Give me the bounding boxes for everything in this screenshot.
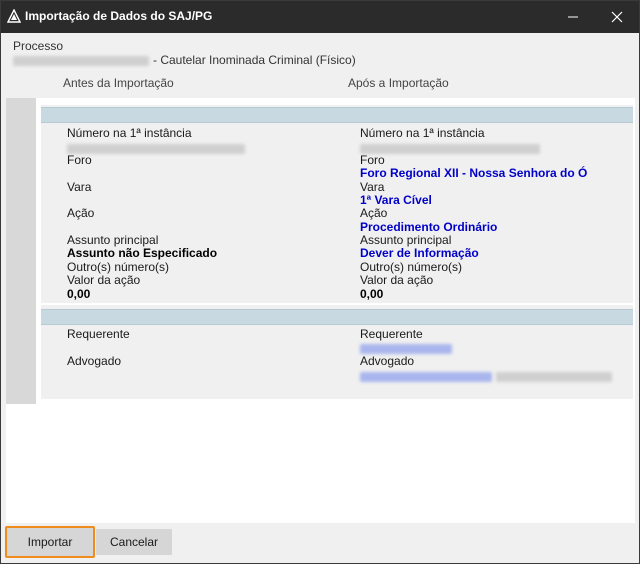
before-numero-value — [67, 141, 245, 155]
after-assunto-label: Assunto principal — [360, 233, 452, 247]
title-bar[interactable]: Importação de Dados do SAJ/PG — [1, 1, 639, 33]
before-numero-label: Número na 1ª instância — [67, 126, 192, 140]
before-vara-label: Vara — [67, 180, 92, 194]
minimize-button[interactable] — [551, 1, 595, 33]
section-separator — [41, 303, 633, 305]
column-header-after: Após a Importação — [348, 76, 449, 90]
comparison-content: Número na 1ª instância Foro Vara Ação As… — [41, 105, 633, 399]
redacted-after-numero — [360, 143, 540, 154]
redacted-requerente — [360, 343, 452, 354]
after-numero-value — [360, 141, 540, 155]
close-button[interactable] — [595, 1, 639, 33]
redacted-advogado-oab — [496, 371, 612, 382]
cancel-button[interactable]: Cancelar — [96, 529, 172, 555]
after-advogado-value — [360, 369, 612, 383]
after-acao-value: Procedimento Ordinário — [360, 220, 498, 234]
minimize-icon — [568, 16, 578, 18]
after-outros-label: Outro(s) número(s) — [360, 260, 463, 274]
redacted-advogado-name — [360, 371, 492, 382]
after-valor-label: Valor da ação — [360, 273, 434, 287]
before-assunto-value: Assunto não Especificado — [67, 246, 218, 260]
dialog-footer: Importar Cancelar — [1, 523, 639, 563]
after-vara-value: 1ª Vara Cível — [360, 193, 432, 207]
comparison-panel: Número na 1ª instância Foro Vara Ação As… — [6, 98, 635, 523]
after-requerente-value — [360, 341, 452, 355]
redacted-process-number — [13, 55, 149, 66]
before-advogado-label: Advogado — [67, 354, 122, 368]
column-header-before: Antes da Importação — [63, 76, 174, 90]
after-valor-value: 0,00 — [360, 287, 384, 301]
before-valor-label: Valor da ação — [67, 273, 141, 287]
process-line: - Cautelar Inominada Criminal (Físico) — [13, 53, 356, 67]
import-dialog: Importação de Dados do SAJ/PG Processo -… — [0, 0, 640, 564]
before-assunto-label: Assunto principal — [67, 233, 159, 247]
row-gutter — [6, 98, 36, 404]
after-foro-label: Foro — [360, 153, 385, 167]
after-numero-label: Número na 1ª instância — [360, 126, 485, 140]
import-button[interactable]: Importar — [5, 526, 95, 558]
process-description: - Cautelar Inominada Criminal (Físico) — [153, 53, 356, 67]
app-logo-icon — [7, 9, 21, 23]
redacted-before-numero — [67, 143, 245, 154]
section-header-parties — [41, 309, 633, 325]
after-assunto-value: Dever de Informação — [360, 246, 479, 260]
after-foro-value: Foro Regional XII - Nossa Senhora do Ó — [360, 166, 588, 180]
before-foro-label: Foro — [67, 153, 92, 167]
after-requerente-label: Requerente — [360, 327, 423, 341]
before-valor-value: 0,00 — [67, 287, 91, 301]
window-title: Importação de Dados do SAJ/PG — [25, 9, 213, 23]
before-acao-label: Ação — [67, 206, 95, 220]
after-advogado-label: Advogado — [360, 354, 415, 368]
process-label: Processo — [13, 39, 64, 53]
before-outros-label: Outro(s) número(s) — [67, 260, 170, 274]
close-icon — [611, 11, 623, 23]
before-requerente-label: Requerente — [67, 327, 130, 341]
section-header-process-data — [41, 107, 633, 123]
after-vara-label: Vara — [360, 180, 385, 194]
after-acao-label: Ação — [360, 206, 388, 220]
